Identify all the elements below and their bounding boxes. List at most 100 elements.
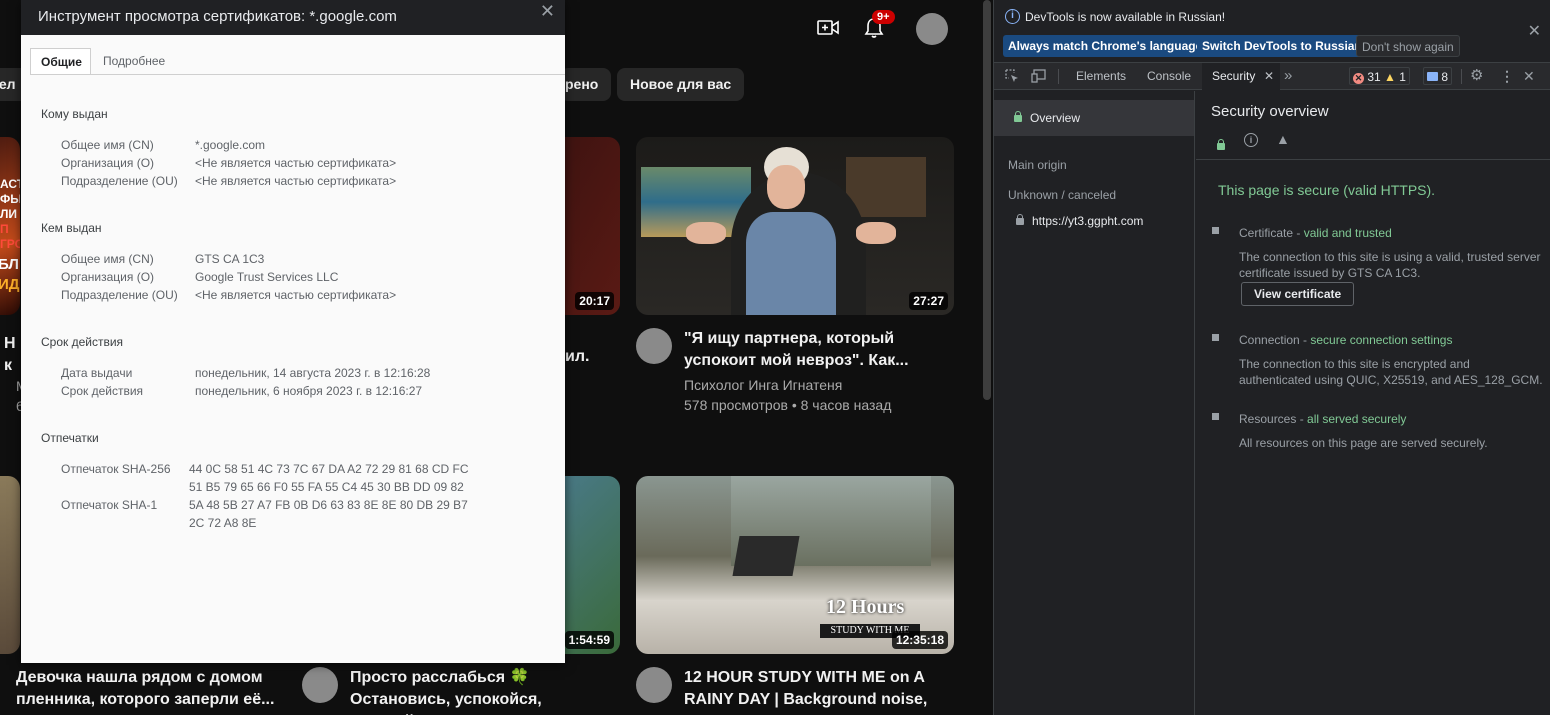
video-thumbnail[interactable]: [0, 476, 20, 654]
error-count: 31: [1367, 70, 1381, 84]
video-duration: 12:35:18: [891, 631, 948, 649]
error-counter[interactable]: ✕ 31 ▲ 1: [1349, 67, 1410, 85]
tab-divider: [30, 74, 565, 75]
overview-header: Security overview i ▲: [1196, 91, 1550, 160]
bullet-square: [1212, 227, 1219, 234]
thumbnail-face: [767, 165, 805, 209]
video-title[interactable]: Просто расслабься 🍀 Остановись, успокойс…: [350, 667, 605, 715]
video-thumbnail[interactable]: 27:27: [636, 137, 954, 315]
tab-elements[interactable]: Elements: [1076, 63, 1126, 90]
certificate-description: The connection to this site is using a v…: [1239, 250, 1541, 280]
close-icon[interactable]: ✕: [1528, 21, 1541, 41]
channel-name[interactable]: Психолог Инга Игнатеня: [684, 375, 944, 395]
devtools-tabbar: Elements Console Security ✕ » ✕ 31 ▲ 1 8…: [994, 63, 1550, 90]
resources-status: Resources - all served securely: [1239, 412, 1407, 426]
info-icon: i: [1244, 133, 1258, 147]
connection-status: Connection - secure connection settings: [1239, 333, 1453, 347]
channel-avatar[interactable]: [302, 667, 338, 703]
tab-separator: [1058, 69, 1059, 84]
overview-title: Security overview: [1211, 103, 1329, 120]
lock-icon: [1016, 214, 1024, 225]
channel-avatar[interactable]: [636, 667, 672, 703]
video-thumbnail[interactable]: 12 Hours STUDY WITH ME 12:35:18: [636, 476, 954, 654]
close-icon[interactable]: ✕: [540, 0, 555, 22]
close-devtools-icon[interactable]: ✕: [1523, 67, 1535, 85]
warning-icon: ▲: [1384, 70, 1396, 84]
thumbnail-hand: [686, 222, 726, 244]
message-counter[interactable]: 8: [1423, 67, 1453, 85]
section-fingerprints: Отпечатки: [41, 431, 99, 445]
secure-lock-icon: [1217, 137, 1233, 155]
sidebar-item-overview[interactable]: Overview: [994, 100, 1194, 136]
thumbnail-laptop: [732, 536, 800, 576]
thumbnail-jacket: [746, 212, 836, 315]
section-issued-by: Кем выдан: [41, 221, 102, 235]
error-icon: ✕: [1353, 73, 1364, 84]
lock-icon: [1014, 111, 1022, 122]
inspect-element-icon[interactable]: [1004, 68, 1020, 89]
thumbnail-text: ИД: [0, 276, 20, 293]
origin-url: https://yt3.ggpht.com: [1032, 214, 1144, 228]
tab-security-label: Security: [1212, 69, 1256, 83]
video-title[interactable]: 12 HOUR STUDY WITH ME on A RAINY DAY | B…: [684, 667, 944, 715]
notification-count-badge: 9+: [872, 10, 895, 24]
thumbnail-text: АСТФЫЛИ ПГРО: [0, 177, 20, 251]
message-count: 8: [1441, 70, 1449, 84]
more-options-icon[interactable]: ⋮: [1500, 67, 1514, 85]
tab-separator: [1461, 69, 1462, 84]
warning-icon: ▲: [1276, 131, 1290, 147]
thumbnail-shelf: [846, 157, 926, 217]
video-thumbnail[interactable]: АСТФЫЛИ ПГРО БЛ ИД: [0, 137, 20, 315]
certificate-viewer-dialog: Инструмент просмотра сертификатов: *.goo…: [21, 0, 565, 663]
thumbnail-text: БЛ: [0, 256, 19, 273]
always-match-language-button[interactable]: Always match Chrome's language: [1003, 35, 1208, 57]
switch-to-russian-button[interactable]: Switch DevTools to Russian: [1197, 35, 1367, 57]
video-title[interactable]: "Я ищу партнера, который успокоит мой не…: [684, 328, 934, 372]
create-video-icon[interactable]: [812, 12, 844, 44]
dialog-title: Инструмент просмотра сертификатов: *.goo…: [38, 8, 397, 25]
close-tab-icon[interactable]: ✕: [1264, 63, 1274, 90]
message-icon: [1427, 72, 1438, 81]
section-validity: Срок действия: [41, 335, 124, 349]
section-issued-to: Кому выдан: [41, 107, 108, 121]
sidebar-item-origin[interactable]: https://yt3.ggpht.com: [994, 203, 1194, 239]
bullet-square: [1212, 413, 1219, 420]
page-scrollbar[interactable]: [983, 0, 991, 400]
unknown-canceled-heading: Unknown / canceled: [1008, 188, 1117, 202]
tab-console[interactable]: Console: [1147, 63, 1191, 90]
notifications-bell-icon[interactable]: 9+: [858, 10, 895, 44]
more-tabs-icon[interactable]: »: [1284, 63, 1292, 88]
dont-show-again-button[interactable]: Don't show again: [1356, 35, 1460, 57]
video-duration: 27:27: [909, 292, 948, 310]
settings-gear-icon[interactable]: ⚙: [1470, 68, 1483, 84]
tab-general[interactable]: Общие: [30, 48, 91, 75]
filter-chip-new-for-you[interactable]: Новое для вас: [617, 68, 745, 101]
tab-security[interactable]: Security ✕: [1202, 63, 1280, 90]
overview-label: Overview: [1030, 111, 1081, 125]
connection-description: The connection to this site is encrypted…: [1239, 357, 1543, 387]
secure-status-message: This page is secure (valid HTTPS).: [1218, 182, 1436, 198]
bullet-square: [1212, 334, 1219, 341]
tab-details[interactable]: Подробнее: [93, 48, 175, 75]
channel-avatar[interactable]: [636, 328, 672, 364]
language-infobar: i DevTools is now available in Russian! …: [994, 0, 1550, 63]
security-main: Security overview i ▲ This page is secur…: [1196, 91, 1550, 715]
thumbnail-hand: [856, 222, 896, 244]
video-title[interactable]: Девочка нашла рядом с домом пленника, ко…: [16, 667, 276, 711]
thumbnail-text: 12 Hours: [826, 596, 905, 618]
video-duration: 1:54:59: [564, 631, 614, 649]
certificate-status: Certificate - valid and trusted: [1239, 226, 1392, 240]
info-icon: i: [1005, 9, 1020, 24]
infobar-message: DevTools is now available in Russian!: [1025, 10, 1226, 24]
view-certificate-button[interactable]: View certificate: [1241, 282, 1355, 306]
resources-description: All resources on this page are served se…: [1239, 436, 1488, 450]
video-title-partial: ил.: [565, 348, 590, 365]
filter-chip[interactable]: рено: [560, 68, 612, 101]
account-avatar[interactable]: [916, 13, 948, 45]
video-stats: 578 просмотров • 8 часов назад: [684, 397, 892, 413]
video-title-partial: Нк: [4, 335, 16, 374]
main-origin-heading: Main origin: [1008, 158, 1067, 172]
video-duration: 20:17: [575, 292, 614, 310]
device-toolbar-icon[interactable]: [1031, 68, 1048, 89]
dialog-titlebar: Инструмент просмотра сертификатов: *.goo…: [21, 0, 565, 35]
